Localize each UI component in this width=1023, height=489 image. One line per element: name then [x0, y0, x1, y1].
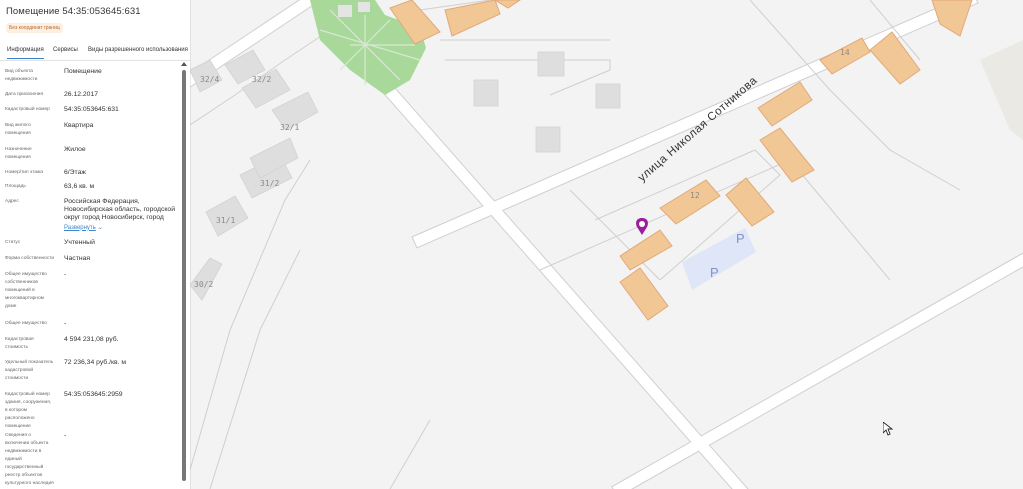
map-view[interactable]: P P 32/4 32/2 32/1 31/2 31/1 30/2 14 12 … [190, 0, 1023, 489]
panel-tabs: Информация Сервисы Виды разрешенного исп… [0, 44, 190, 61]
object-info-panel: Помещение 54:35:053645:631 Без координат… [0, 0, 191, 489]
building-label: 32/4 [200, 75, 219, 84]
building-label: 32/2 [252, 75, 271, 84]
row-value: 54:35:053645:631 [64, 106, 119, 113]
scrollbar-thumb[interactable] [182, 70, 186, 481]
row-value: 54:35:053645:2959 [64, 391, 123, 398]
row-value: Российская Федерация, Новосибирская обла… [64, 198, 178, 232]
tab-permitted-use[interactable]: Виды разрешенного использования [88, 47, 188, 53]
building-label: 31/1 [216, 216, 235, 225]
row-label: Площадь [5, 184, 26, 189]
row-label: Общее имущество [5, 321, 47, 326]
row-value: - [64, 320, 67, 327]
chevron-down-icon[interactable]: ⌄ [98, 225, 103, 231]
row-value: 4 594 231,08 руб. [64, 336, 119, 343]
row-value: Квартира [64, 122, 94, 129]
row-label: Номер/тип этажа [5, 170, 43, 175]
row-value: 26.12.2017 [64, 91, 99, 98]
building-label: 32/1 [280, 123, 299, 132]
panel-scrollbar[interactable] [180, 62, 188, 489]
row-value: - [64, 432, 67, 439]
row-label: Кадастровый номер здания, сооружения, в … [5, 392, 52, 429]
row-value: Помещение [64, 68, 102, 75]
row-label: Сведения о включении объекта недвижимост… [5, 433, 54, 486]
row-label: Вид жилого помещения [5, 123, 31, 136]
row-label: Адрес [5, 199, 19, 204]
parking-label: P [710, 265, 719, 280]
parking-label: P [736, 231, 745, 246]
building-label: 12 [690, 191, 700, 200]
row-value: Жилое [64, 146, 86, 153]
row-label: Статус [5, 240, 21, 245]
row-value: Учтенный [64, 239, 95, 246]
row-value: 63,6 кв. м [64, 183, 95, 190]
scroll-up-icon[interactable] [181, 62, 187, 66]
row-label: Назначение помещения [5, 147, 32, 160]
row-label: Общее имущество собственников помещений … [5, 272, 47, 309]
mouse-cursor-icon [883, 422, 893, 436]
building-label: 31/2 [260, 179, 279, 188]
row-label: Дата присвоения [5, 92, 44, 97]
building-label: 30/2 [194, 280, 213, 289]
expand-address-link[interactable]: Развернуть [64, 225, 96, 231]
row-label: Удельный показатель кадастровой стоимост… [5, 360, 54, 381]
address-text: Российская Федерация, Новосибирская обла… [64, 198, 175, 222]
building-label: 14 [840, 48, 850, 57]
row-label: Вид объекта недвижимости [5, 69, 38, 82]
map-canvas[interactable]: P P 32/4 32/2 32/1 31/2 31/1 30/2 14 12 … [190, 0, 1023, 489]
status-badge: Без координат границ [6, 23, 63, 33]
row-value: - [64, 271, 67, 278]
row-label: Кадастровая стоимость [5, 337, 34, 350]
row-value: Частная [64, 255, 91, 262]
panel-title: Помещение 54:35:053645:631 [6, 6, 141, 17]
tab-information[interactable]: Информация [7, 47, 44, 59]
row-label: Форма собственности [5, 256, 55, 261]
row-value: 6/Этаж [64, 169, 86, 176]
tab-services[interactable]: Сервисы [53, 47, 78, 53]
row-value: 72 236,34 руб./кв. м [64, 359, 127, 366]
row-label: Кадастровый номер [5, 107, 50, 112]
